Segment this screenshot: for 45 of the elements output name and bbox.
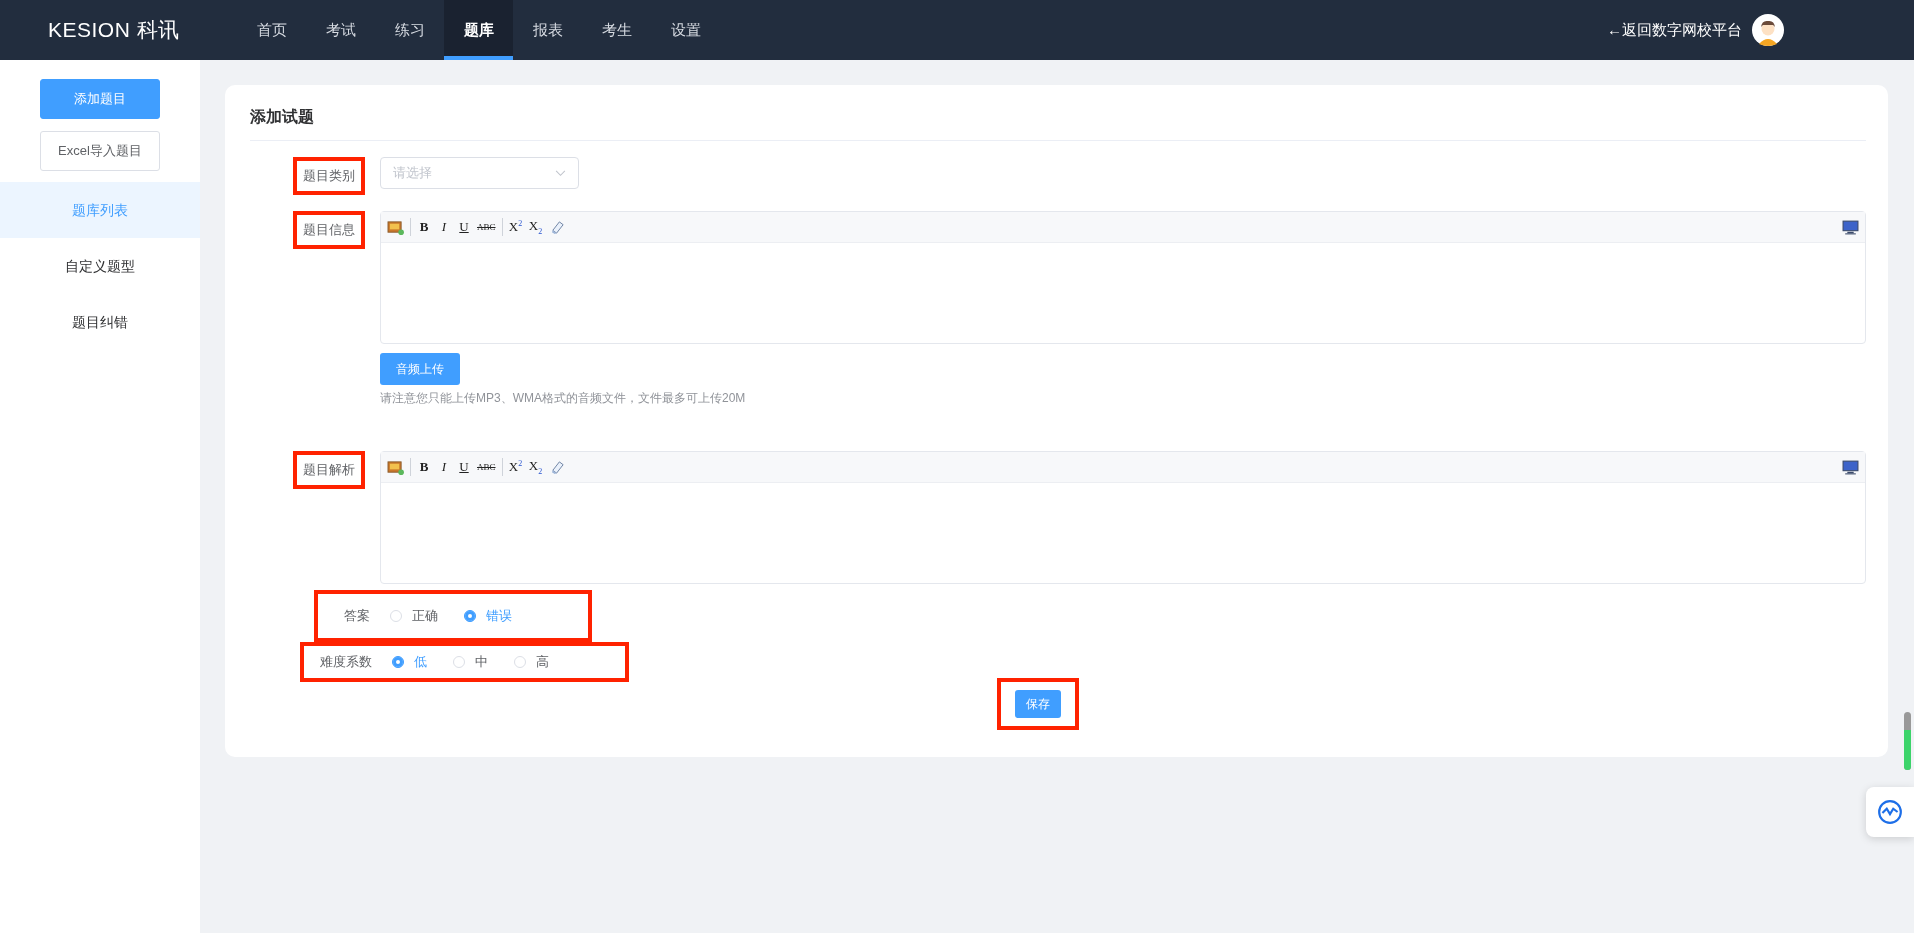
field-label: 答案 xyxy=(344,607,370,625)
scroll-indicator xyxy=(1904,712,1911,770)
sidebar-item[interactable]: 自定义题型 xyxy=(0,238,200,294)
nav-tab[interactable]: 练习 xyxy=(375,0,444,60)
upload-hint: 请注意您只能上传MP3、WMA格式的音频文件，文件最多可上传20M xyxy=(380,390,747,407)
assistant-button[interactable] xyxy=(1866,787,1914,837)
subscript-button[interactable]: X$_{2}$ xyxy=(528,458,543,476)
rich-text-editor[interactable]: B I U ABC X$^{2}$ X$_{2}$ xyxy=(380,211,1866,344)
nav-tab[interactable]: 报表 xyxy=(513,0,582,60)
back-link[interactable]: ←返回数字网校平台 xyxy=(1607,20,1742,40)
field-label: 题目类别 xyxy=(303,168,355,183)
italic-button[interactable]: I xyxy=(437,459,451,475)
import-button[interactable]: Excel导入题目 xyxy=(40,131,160,171)
image-icon[interactable] xyxy=(387,459,404,475)
nav-tab[interactable]: 考试 xyxy=(306,0,375,60)
italic-button[interactable]: I xyxy=(437,219,451,235)
superscript-button[interactable]: X$^{2}$ xyxy=(508,458,523,476)
rich-text-editor[interactable]: B I U ABC X$^{2}$ X$_{2}$ xyxy=(380,451,1866,584)
sidebar-item[interactable]: 题目纠错 xyxy=(0,294,200,350)
form-title: 添加试题 xyxy=(250,107,1866,141)
image-icon[interactable] xyxy=(387,219,404,235)
nav-tab[interactable]: 设置 xyxy=(651,0,720,60)
bold-button[interactable]: B xyxy=(417,219,431,235)
nav-tab[interactable]: 考生 xyxy=(582,0,651,60)
underline-button[interactable]: U xyxy=(457,459,471,475)
field-label: 题目信息 xyxy=(303,222,355,237)
underline-button[interactable]: U xyxy=(457,219,471,235)
superscript-button[interactable]: X$^{2}$ xyxy=(508,218,523,236)
field-label: 题目解析 xyxy=(303,462,355,477)
monitor-icon[interactable] xyxy=(1842,459,1859,475)
monitor-icon[interactable] xyxy=(1842,219,1859,235)
radio-option[interactable]: 正确 xyxy=(390,607,438,625)
chevron-down-icon xyxy=(555,169,566,177)
nav-tab[interactable]: 题库 xyxy=(444,0,513,60)
radio-option[interactable]: 中 xyxy=(453,653,488,671)
radio-option[interactable]: 高 xyxy=(514,653,549,671)
wave-circle-icon xyxy=(1877,799,1903,825)
avatar-icon[interactable] xyxy=(1752,14,1784,46)
strike-button[interactable]: ABC xyxy=(477,462,496,472)
field-label: 难度系数 xyxy=(320,653,372,671)
logo: KESION 科讯 xyxy=(47,17,181,43)
nav-tab[interactable]: 首页 xyxy=(237,0,306,60)
subscript-button[interactable]: X$_{2}$ xyxy=(528,218,543,236)
bold-button[interactable]: B xyxy=(417,459,431,475)
strike-button[interactable]: ABC xyxy=(477,222,496,232)
